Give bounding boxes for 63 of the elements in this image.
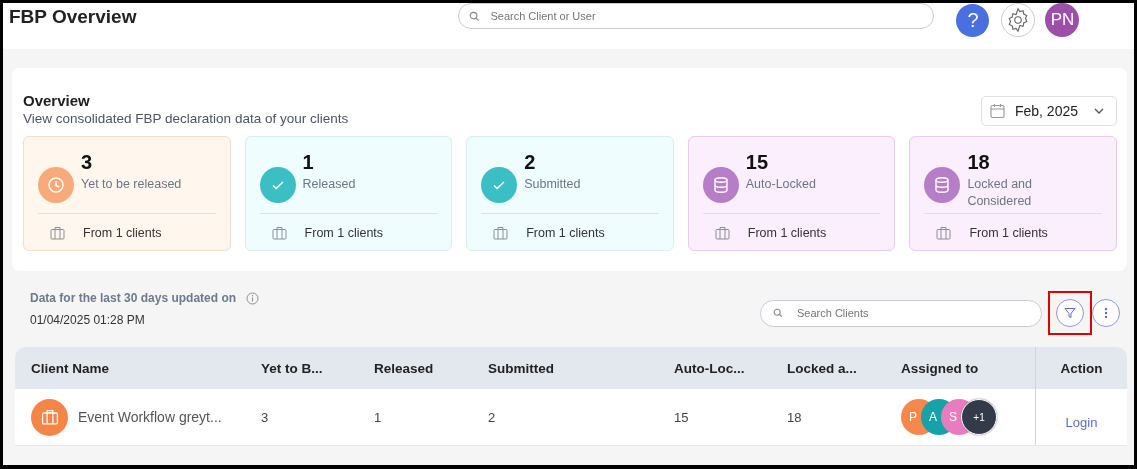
stat-label: Submitted <box>524 176 582 193</box>
page-title: FBP Overview <box>9 6 137 28</box>
briefcase-icon <box>714 226 730 240</box>
table-cell-text: 3 <box>260 409 270 425</box>
update-time: 01/04/2025 01:28 PM <box>30 313 146 327</box>
more-options-button[interactable] <box>1092 299 1120 327</box>
help-button[interactable]: ? <box>956 3 990 37</box>
briefcase-icon <box>50 226 65 240</box>
section-subtitle: View consolidated FBP declaration data of your clients <box>23 111 349 126</box>
stat-count: 18 <box>967 151 991 174</box>
column-header: Yet to B... <box>260 360 324 376</box>
stat-label: Yet to be released <box>81 176 183 193</box>
user-avatar[interactable]: PN <box>1045 3 1080 37</box>
briefcase-icon <box>493 226 509 240</box>
column-header: Client Name <box>30 360 111 376</box>
column-header: Action <box>1035 347 1127 389</box>
client-count: From 1 clients <box>747 226 827 240</box>
database-icon <box>924 167 961 203</box>
client-search-input[interactable]: Search Clients <box>795 306 1029 320</box>
update-label: Data for the last 30 days updated on <box>30 291 237 305</box>
briefcase-icon <box>271 226 287 240</box>
column-header: Released <box>373 360 435 376</box>
checkmark-icon <box>481 167 518 203</box>
search-input[interactable]: Search Client or User <box>488 9 924 23</box>
month-dropdown[interactable]: Feb, 2025 <box>980 96 1117 126</box>
stat-count: 15 <box>745 151 770 174</box>
filter-button[interactable] <box>1056 299 1084 327</box>
section-title: Overview <box>23 92 91 109</box>
column-header: Assigned to <box>900 360 980 376</box>
search-icon <box>773 308 783 318</box>
client-search-field[interactable]: Search Clients <box>760 299 1042 327</box>
table-cell-text: 1 <box>373 409 383 425</box>
client-count: From 1 clients <box>969 226 1048 240</box>
table-cell-text: 15 <box>673 409 690 425</box>
client-count: From 1 clients <box>526 226 605 240</box>
stat-label: Locked and Considered <box>967 176 1033 210</box>
table-cell-text: 2 <box>487 409 497 425</box>
client-count: From 1 clients <box>83 226 162 240</box>
info-icon[interactable] <box>246 291 260 305</box>
client-count: From 1 clients <box>304 226 384 240</box>
login-link[interactable]: Login <box>1065 414 1098 430</box>
table-cell-text: 18 <box>786 409 803 425</box>
search-icon <box>469 10 481 22</box>
chevron-down-icon <box>1094 108 1104 114</box>
calendar-icon <box>989 103 1005 119</box>
clock-icon <box>38 167 74 203</box>
stat-count: 3 <box>81 151 94 174</box>
briefcase-icon <box>936 226 952 240</box>
more-assignees-badge: +1 <box>961 399 997 435</box>
stat-count: 2 <box>524 151 537 174</box>
stat-label: Auto-Locked <box>745 176 817 193</box>
column-header: Auto-Loc... <box>673 360 746 376</box>
stat-label: Released <box>302 176 357 193</box>
filter-icon <box>1064 307 1076 319</box>
column-header: Locked a... <box>786 360 858 376</box>
column-header: Submitted <box>487 360 555 376</box>
stat-count: 1 <box>302 151 315 174</box>
checkmark-icon <box>259 167 296 203</box>
client-name[interactable]: Event Workflow greyt... <box>78 409 222 425</box>
briefcase-icon <box>31 398 68 436</box>
database-icon <box>702 167 739 203</box>
settings-button[interactable] <box>1001 3 1036 37</box>
more-vertical-icon <box>1104 307 1108 319</box>
